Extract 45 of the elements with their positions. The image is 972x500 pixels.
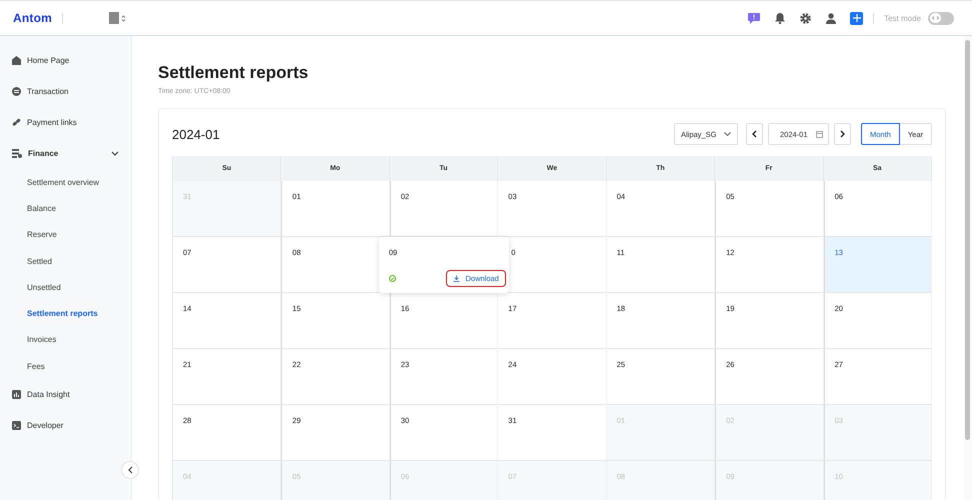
- nav-item[interactable]: Data Insight: [0, 379, 131, 410]
- home-icon: [12, 56, 21, 65]
- ledger-icon: [12, 149, 22, 158]
- chevron-icon: [111, 151, 119, 156]
- test-mode-label: Test mode: [884, 14, 921, 22]
- nav-subitem[interactable]: Balance: [0, 195, 131, 222]
- chevron-left-icon: [128, 466, 132, 474]
- check-circle-icon: [388, 274, 396, 282]
- nav-item[interactable]: Developer: [0, 410, 131, 442]
- transaction-icon: [12, 87, 21, 96]
- calendar-period: 2024-01: [172, 126, 220, 142]
- chevron-down-icon: [724, 132, 731, 136]
- chevron-right-icon: [840, 130, 845, 138]
- nav-item[interactable]: Transaction: [0, 76, 131, 107]
- nav-item[interactable]: Home Page: [0, 45, 131, 76]
- nav-subitem[interactable]: Invoices: [0, 326, 131, 354]
- test-mode-toggle[interactable]: [928, 12, 954, 24]
- link-icon: [12, 118, 21, 127]
- nav-item[interactable]: Payment links: [0, 107, 131, 138]
- collapse-button[interactable]: [121, 461, 139, 479]
- chart-icon: [12, 390, 21, 400]
- download-icon: [453, 274, 460, 282]
- code-icon: [932, 16, 938, 20]
- terminal-icon: [12, 421, 21, 430]
- page-title: Settlement reports: [158, 62, 310, 84]
- nav-subitem[interactable]: Settled: [0, 248, 131, 274]
- previous-month-button[interactable]: [746, 123, 763, 145]
- settings-icon[interactable]: [800, 12, 812, 24]
- nav-item[interactable]: Finance: [0, 138, 131, 169]
- user-icon[interactable]: [826, 12, 836, 24]
- sort-caret-icon: [121, 14, 126, 22]
- nav-subitem[interactable]: Settlement overview: [0, 169, 131, 196]
- nav-subitem[interactable]: Unsettled: [0, 274, 131, 300]
- next-month-button[interactable]: [834, 123, 851, 145]
- nav-subitem[interactable]: Fees: [0, 353, 131, 380]
- nav-subitem[interactable]: Reserve: [0, 222, 131, 248]
- chevron-left-icon: [752, 130, 757, 138]
- calendar-icon: [816, 130, 823, 138]
- chat-icon[interactable]: [748, 12, 760, 24]
- nav-subitem[interactable]: Settlement reports: [0, 300, 131, 327]
- scrollbar[interactable]: [964, 36, 972, 500]
- logo[interactable]: Antom: [13, 11, 52, 25]
- add-button[interactable]: [850, 12, 864, 24]
- account-switcher[interactable]: [109, 12, 126, 24]
- bell-icon[interactable]: [775, 12, 786, 24]
